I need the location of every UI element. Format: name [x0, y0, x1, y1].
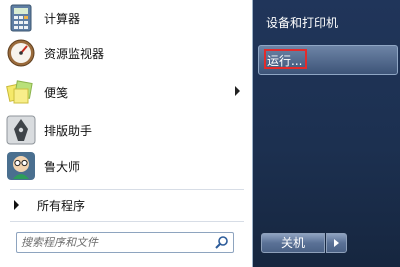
search-input[interactable]	[21, 234, 207, 251]
run-highlight-box	[264, 49, 307, 69]
shutdown-options-button[interactable]	[326, 233, 347, 253]
search-divider	[10, 221, 244, 222]
typesetting-assistant-icon	[6, 115, 36, 145]
system-links-pane: 设备和打印机 运行... 关机	[253, 0, 400, 267]
program-label-ludashi: 鲁大师	[44, 159, 81, 174]
programs-divider	[10, 189, 244, 190]
submenu-arrow-icon[interactable]	[235, 86, 240, 96]
program-label-calculator: 计算器	[44, 11, 81, 26]
search-icon[interactable]	[214, 235, 229, 250]
devices-and-printers-label: 设备和打印机	[266, 15, 339, 30]
program-item-ludashi[interactable]: 鲁大师	[4, 148, 244, 184]
all-programs-label: 所有程序	[37, 198, 86, 213]
ludashi-icon	[7, 152, 35, 180]
program-item-calculator[interactable]: 计算器	[4, 0, 244, 36]
programs-pane: 计算器 资源监视器 便笺 排版助手 鲁大师 所有程序 搜索程序和文件	[0, 0, 253, 267]
chevron-right-icon	[334, 239, 339, 247]
shutdown-button[interactable]: 关机	[261, 233, 325, 253]
sticky-notes-icon	[6, 80, 33, 104]
calculator-icon	[10, 4, 32, 32]
resource-monitor-icon	[7, 39, 35, 67]
program-label-resource-monitor: 资源监视器	[44, 46, 105, 61]
devices-and-printers-link[interactable]: 设备和打印机	[258, 8, 396, 36]
expand-arrow-icon	[14, 200, 19, 210]
all-programs-button[interactable]: 所有程序	[4, 194, 244, 216]
program-label-sticky-notes: 便笺	[44, 85, 69, 100]
program-item-resource-monitor[interactable]: 资源监视器	[4, 35, 244, 71]
program-label-typesetting-assistant: 排版助手	[44, 123, 93, 138]
program-item-sticky-notes[interactable]: 便笺	[4, 74, 244, 110]
program-item-typesetting-assistant[interactable]: 排版助手	[4, 112, 244, 148]
search-box[interactable]	[16, 232, 234, 253]
